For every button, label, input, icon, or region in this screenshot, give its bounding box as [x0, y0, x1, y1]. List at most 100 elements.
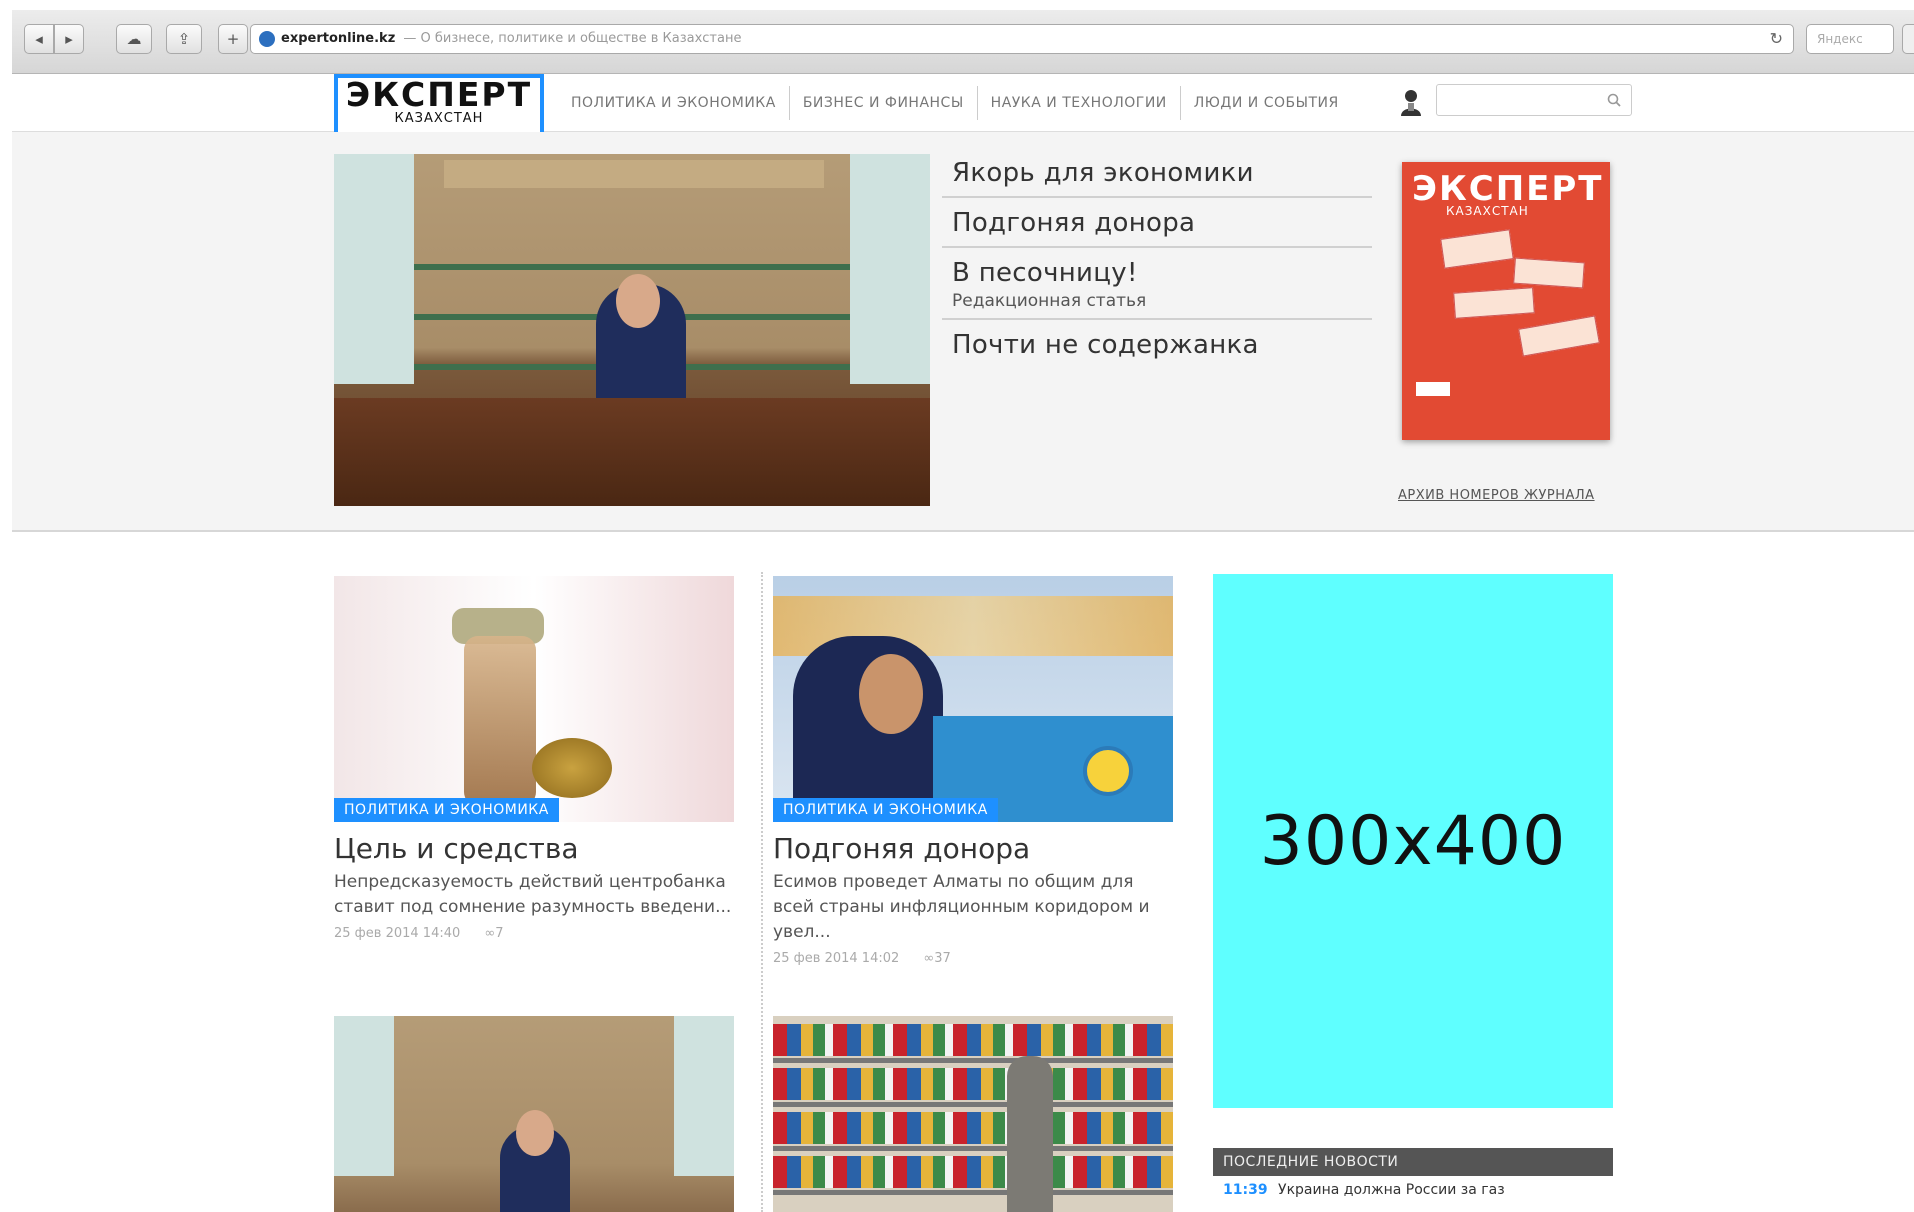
archive-link[interactable]: АРХИВ НОМЕРОВ ЖУРНАЛА: [1398, 488, 1595, 503]
hero-headline-title: Почти не содержанка: [952, 330, 1259, 360]
article-image[interactable]: ПОЛИТИКА И ЭКОНОМИКА: [334, 576, 734, 822]
image-shape: [773, 1112, 1173, 1144]
cover-barcode: [1416, 382, 1450, 396]
nav-item-science[interactable]: НАУКА И ТЕХНОЛОГИИ: [978, 86, 1181, 120]
site-search-box[interactable]: [1436, 84, 1632, 116]
hero-headline[interactable]: Подгоняя донора: [942, 198, 1372, 248]
logo-sub: КАЗАХСТАН: [394, 111, 484, 126]
cover-note: [1518, 315, 1600, 357]
nav-item-business[interactable]: БИЗНЕС И ФИНАНСЫ: [790, 86, 978, 120]
image-shape: [516, 1110, 554, 1156]
address-bar[interactable]: expertonline.kz — О бизнесе, политике и …: [250, 24, 1794, 54]
article-lead: Непредсказуемость действий центробанка с…: [334, 872, 732, 917]
logo-main: ЭКСПЕРТ: [345, 75, 533, 114]
article-category-tag[interactable]: ПОЛИТИКА И ЭКОНОМИКА: [334, 798, 559, 822]
latest-news-header: ПОСЛЕДНИЕ НОВОСТИ: [1213, 1148, 1613, 1176]
article-lead: Есимов проведет Алматы по общим для всей…: [773, 872, 1150, 942]
image-shape: [773, 1102, 1173, 1107]
hero-section: Якорь для экономики Подгоняя донора В пе…: [12, 132, 1914, 532]
magazine-cover[interactable]: ЭКСПЕРТ КАЗАХСТАН: [1402, 162, 1610, 440]
back-button[interactable]: ◂: [24, 24, 54, 54]
cover-note: [1513, 257, 1585, 289]
hero-headline[interactable]: В песочницу! Редакционная статья: [942, 248, 1372, 320]
article-meta: 25 фев 2014 14:40 ∞7: [334, 926, 734, 941]
article-card[interactable]: ПОЛИТИКА И ЭКОНОМИКА Подгоняя донора Еси…: [773, 576, 1173, 966]
cover-title: ЭКСПЕРТ: [1412, 169, 1604, 209]
site-logo[interactable]: ЭКСПЕРТ КАЗАХСТАН: [334, 74, 544, 136]
comment-count[interactable]: ∞37: [923, 951, 970, 966]
image-shape: [334, 1016, 394, 1176]
article-title[interactable]: Цель и средства: [334, 832, 734, 866]
browser-toolbar: ◂ ▸ ☁ ⇪ + expertonline.kz — О бизнесе, п…: [12, 10, 1914, 74]
comment-count-value: 37: [934, 951, 951, 966]
ad-placeholder[interactable]: 300x400: [1213, 574, 1613, 1108]
news-text: Украина должна России за газ: [1278, 1182, 1505, 1198]
article-date: 25 фев 2014 14:02: [773, 951, 900, 966]
column-divider: [761, 572, 763, 1212]
article-date: 25 фев 2014 14:40: [334, 926, 461, 941]
nav-item-politics[interactable]: ПОЛИТИКА И ЭКОНОМИКА: [558, 86, 790, 120]
downloads-button[interactable]: [1902, 24, 1914, 54]
url-domain: expertonline.kz: [281, 31, 396, 46]
hero-headline-subtitle: Редакционная статья: [952, 291, 1147, 311]
forward-button[interactable]: ▸: [54, 24, 84, 54]
nav-item-people[interactable]: ЛЮДИ И СОБЫТИЯ: [1181, 86, 1352, 120]
photo-head: [616, 274, 660, 328]
article-title[interactable]: Подгоняя донора: [773, 832, 1173, 866]
hero-headline-title: Подгоняя донора: [952, 208, 1196, 238]
image-shape: [532, 738, 612, 798]
article-image[interactable]: [773, 1016, 1173, 1212]
article-image[interactable]: [334, 1016, 734, 1212]
hero-headline[interactable]: Почти не содержанка: [942, 320, 1372, 368]
ad-size-label: 300x400: [1259, 801, 1567, 881]
image-shape: [773, 1146, 1173, 1151]
comment-count[interactable]: ∞7: [484, 926, 523, 941]
article-category-tag[interactable]: ПОЛИТИКА И ЭКОНОМИКА: [773, 798, 998, 822]
photo-panel: [334, 154, 414, 384]
latest-news: ПОСЛЕДНИЕ НОВОСТИ 11:39 Украина должна Р…: [1213, 1148, 1613, 1204]
hero-headline[interactable]: Якорь для экономики: [942, 148, 1372, 198]
image-shape: [859, 654, 923, 734]
image-shape: [773, 1068, 1173, 1100]
globe-icon: [259, 31, 275, 47]
cover-note: [1440, 229, 1514, 269]
image-shape: [1083, 746, 1133, 796]
url-description: — О бизнесе, политике и обществе в Казах…: [403, 31, 742, 46]
comment-count-value: 7: [495, 926, 504, 941]
article-card[interactable]: [334, 1016, 734, 1212]
photo-table: [334, 398, 930, 506]
article-image[interactable]: ПОЛИТИКА И ЭКОНОМИКА: [773, 576, 1173, 822]
news-time: 11:39: [1223, 1182, 1268, 1198]
add-bookmark-button[interactable]: +: [218, 24, 248, 54]
site-header: ЭКСПЕРТ КАЗАХСТАН ПОЛИТИКА И ЭКОНОМИКА Б…: [12, 74, 1914, 136]
search-icon[interactable]: [1607, 93, 1621, 107]
image-shape: [773, 1190, 1173, 1195]
user-icon[interactable]: [1398, 88, 1424, 118]
photo-stripe: [414, 264, 850, 270]
cover-note: [1453, 287, 1535, 319]
hero-headlines: Якорь для экономики Подгоняя донора В пе…: [942, 148, 1372, 368]
image-shape: [773, 1156, 1173, 1188]
photo-panel: [850, 154, 930, 384]
reload-icon[interactable]: ↻: [1770, 25, 1783, 53]
article-card[interactable]: ПОЛИТИКА И ЭКОНОМИКА Цель и средства Неп…: [334, 576, 734, 941]
image-shape: [793, 636, 943, 822]
cover-subtitle: КАЗАХСТАН: [1446, 204, 1529, 218]
image-shape: [1007, 1056, 1053, 1212]
main-nav: ПОЛИТИКА И ЭКОНОМИКА БИЗНЕС И ФИНАНСЫ НА…: [558, 74, 1352, 132]
image-shape: [773, 1058, 1173, 1063]
share-button[interactable]: ⇪: [166, 24, 202, 54]
news-item[interactable]: 11:39 Украина должна России за газ: [1213, 1176, 1613, 1204]
image-shape: [773, 1024, 1173, 1056]
article-meta: 25 фев 2014 14:02 ∞37: [773, 951, 1173, 966]
photo-sign: [444, 160, 824, 188]
site-search-input[interactable]: [1443, 85, 1603, 115]
image-shape: [464, 636, 536, 806]
icloud-tabs-button[interactable]: ☁: [116, 24, 152, 54]
hero-photo[interactable]: [334, 154, 930, 506]
hero-headline-title: В песочницу!: [952, 258, 1138, 288]
article-card[interactable]: [773, 1016, 1173, 1212]
hero-headline-title: Якорь для экономики: [952, 158, 1254, 188]
browser-search-input[interactable]: Яндекс: [1806, 24, 1894, 54]
image-shape: [674, 1016, 734, 1176]
